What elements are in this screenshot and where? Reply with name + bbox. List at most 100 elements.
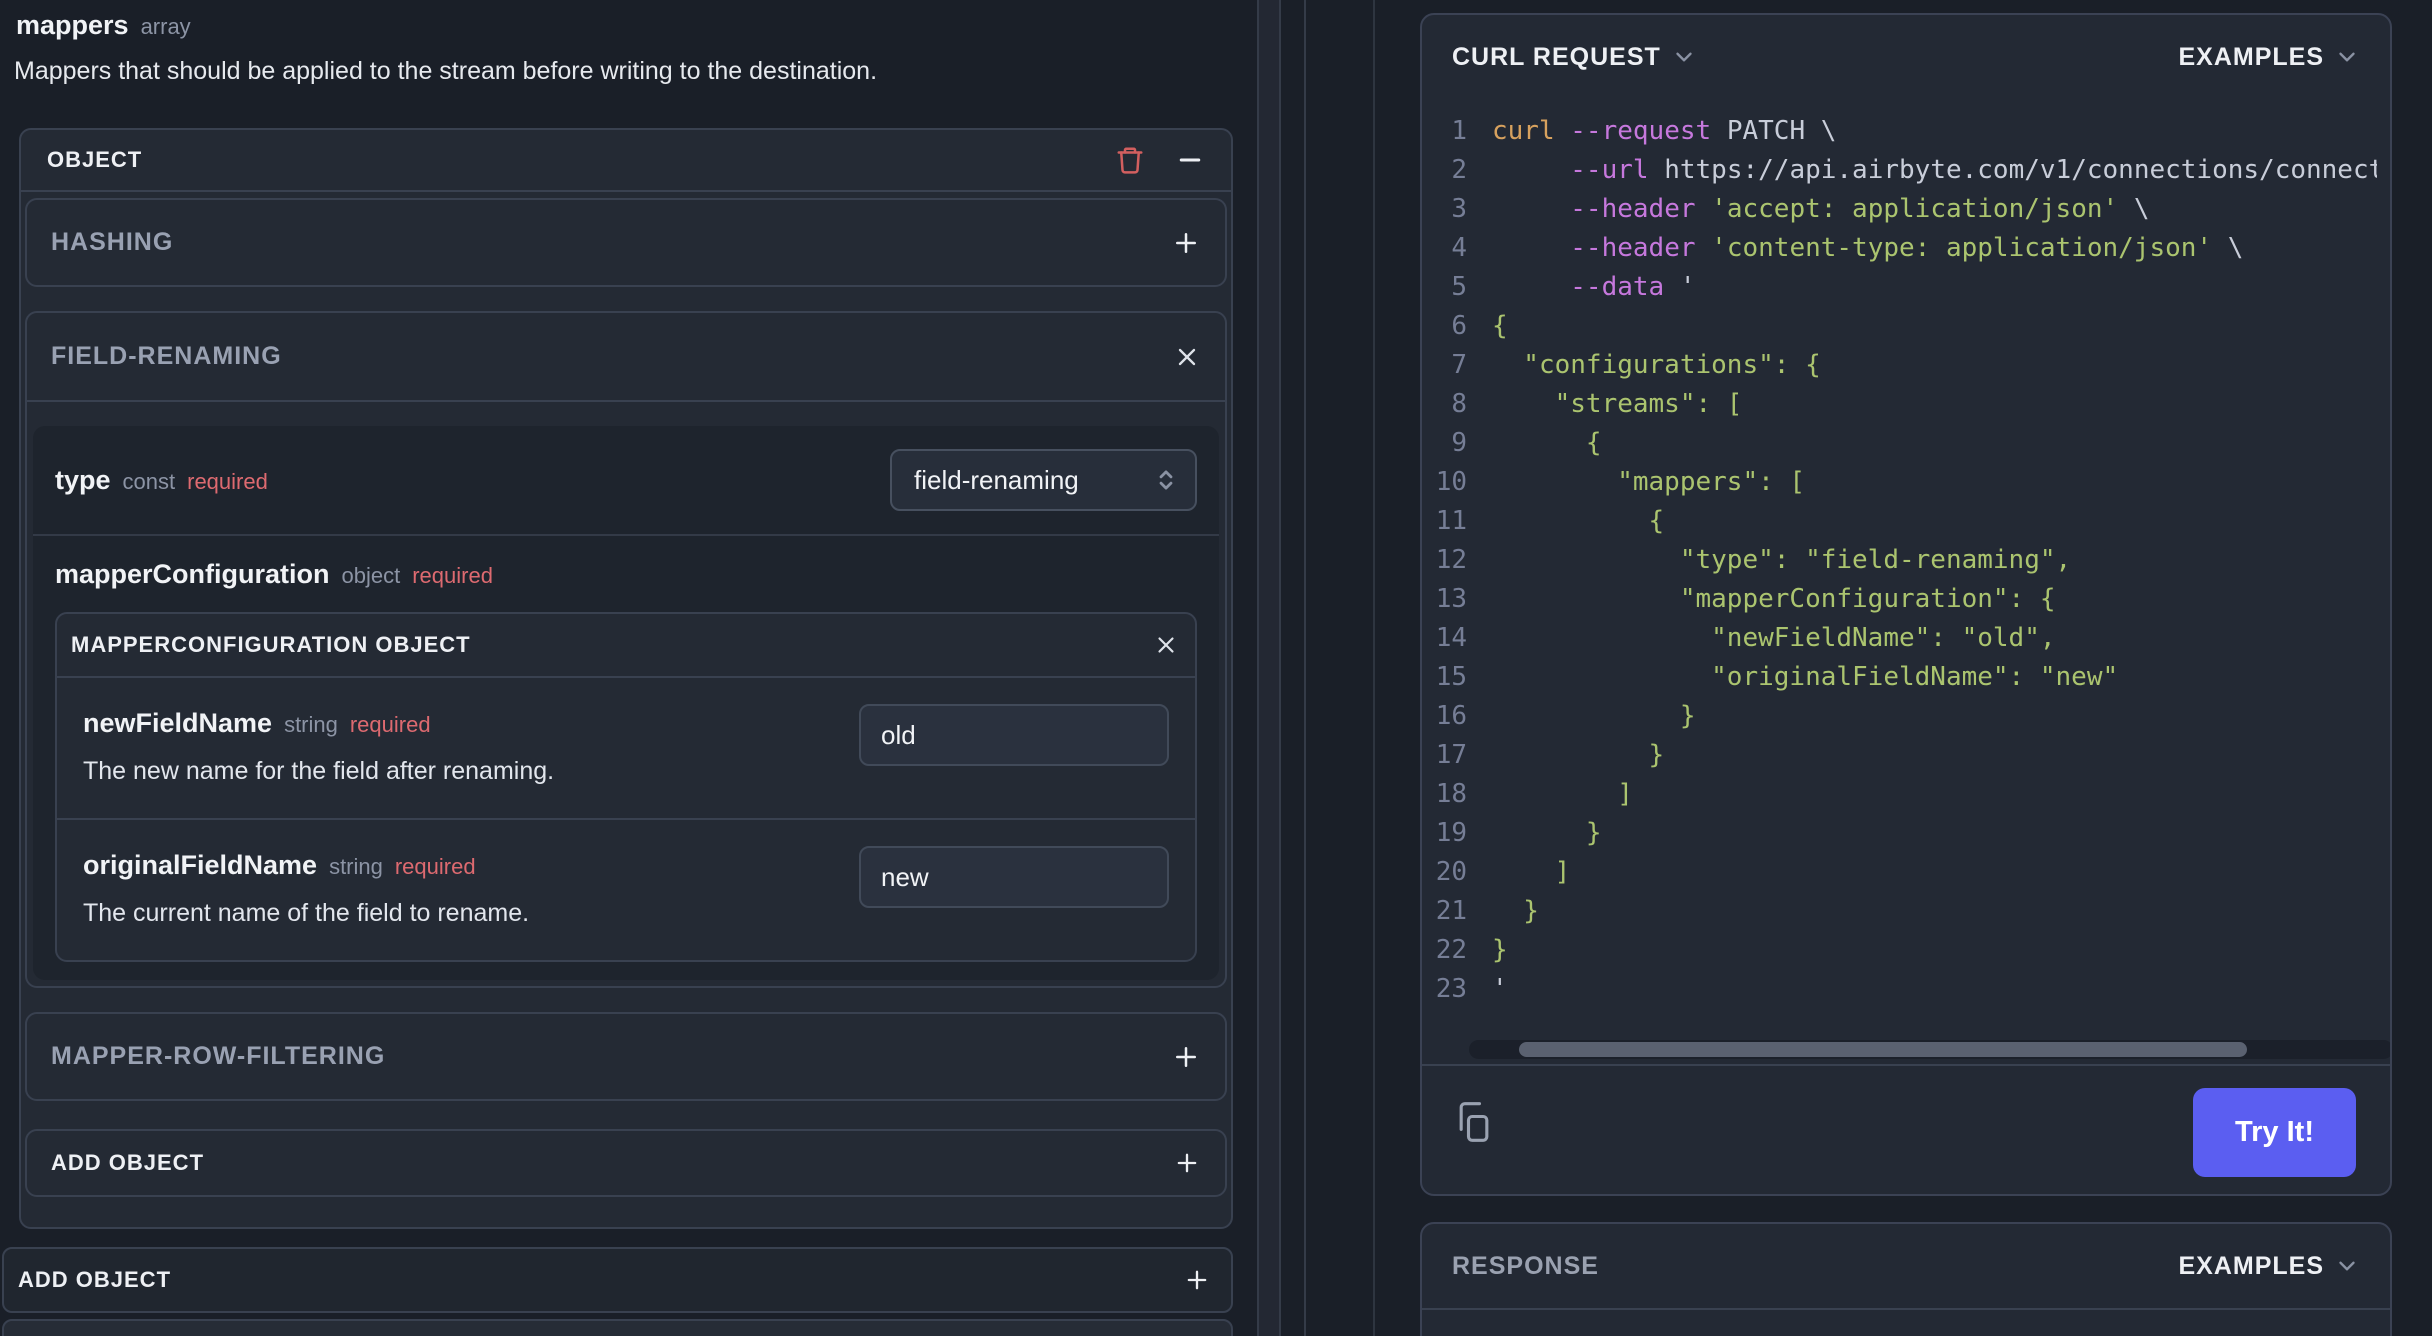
response-examples-label: EXAMPLES xyxy=(2178,1251,2324,1280)
add-object-bottom-button[interactable]: ADD OBJECT xyxy=(2,1247,1233,1313)
plus-icon xyxy=(1173,1149,1201,1177)
hashing-title: HASHING xyxy=(51,228,174,256)
type-select[interactable]: field-renaming xyxy=(890,449,1197,511)
expand-mapper-row-filtering-button[interactable] xyxy=(1171,1042,1201,1072)
line-number: 17 xyxy=(1435,739,1467,770)
vertical-scrollbar[interactable] xyxy=(1257,0,1281,1336)
field-type-badge: array xyxy=(140,14,191,39)
new-field-name-input[interactable] xyxy=(859,704,1169,766)
object-card: OBJECT HASHING FIELD-RENAMING type const… xyxy=(19,128,1233,1229)
field-renaming-properties: type const required field-renaming mappe… xyxy=(33,426,1219,980)
curl-footer: Try It! xyxy=(1422,1064,2390,1194)
line-content: { xyxy=(1492,505,1665,536)
curl-examples-dropdown[interactable]: EXAMPLES xyxy=(2178,43,2360,72)
add-object-inner-label: ADD OBJECT xyxy=(51,1150,205,1175)
chevron-down-icon xyxy=(2334,44,2360,70)
new-field-name-row: newFieldName string required The new nam… xyxy=(57,678,1195,820)
hashing-section[interactable]: HASHING xyxy=(25,198,1227,287)
line-number: 10 xyxy=(1435,466,1467,497)
add-object-inner-button[interactable]: ADD OBJECT xyxy=(25,1129,1227,1197)
field-heading: mappers array xyxy=(16,10,1233,41)
field-renaming-section: FIELD-RENAMING type const required field… xyxy=(25,311,1227,988)
original-field-name-input[interactable] xyxy=(859,846,1169,908)
code-line: 2 --url https://api.airbyte.com/v1/conne… xyxy=(1422,150,2377,189)
line-number: 21 xyxy=(1435,895,1467,926)
line-number: 5 xyxy=(1451,271,1467,302)
minus-icon xyxy=(1175,145,1205,175)
code-line: 6{ xyxy=(1422,306,2377,345)
field-description: Mappers that should be applied to the st… xyxy=(14,57,878,85)
response-header: RESPONSE EXAMPLES xyxy=(1422,1224,2390,1310)
line-number: 6 xyxy=(1451,310,1467,341)
add-object-bottom-label: ADD OBJECT xyxy=(18,1267,172,1292)
close-field-renaming-button[interactable] xyxy=(1173,343,1201,371)
response-panel: RESPONSE EXAMPLES xyxy=(1420,1222,2392,1336)
mapper-configuration-card-title: MAPPERCONFIGURATION OBJECT xyxy=(71,632,471,657)
expand-hashing-button[interactable] xyxy=(1171,228,1201,258)
mapper-configuration-name: mapperConfiguration xyxy=(55,558,330,589)
close-icon xyxy=(1153,632,1179,658)
line-content: } xyxy=(1492,739,1665,770)
line-number: 1 xyxy=(1451,115,1467,146)
mapper-configuration-card: MAPPERCONFIGURATION OBJECT newFieldName xyxy=(55,612,1197,962)
line-content: curl --request PATCH \ xyxy=(1492,115,1837,146)
code-line: 10 "mappers": [ xyxy=(1422,462,2377,501)
close-icon xyxy=(1173,343,1201,371)
horizontal-scrollbar-track[interactable] xyxy=(1469,1040,2390,1059)
line-number: 3 xyxy=(1451,193,1467,224)
code-line: 5 --data ' xyxy=(1422,267,2377,306)
collapse-object-button[interactable] xyxy=(1175,145,1205,175)
line-number: 4 xyxy=(1451,232,1467,263)
line-number: 23 xyxy=(1435,973,1467,1004)
type-property-row: type const required field-renaming xyxy=(33,426,1219,536)
code-line: 21 } xyxy=(1422,891,2377,930)
line-number: 18 xyxy=(1435,778,1467,809)
line-content: "newFieldName": "old", xyxy=(1492,622,2056,653)
plus-icon xyxy=(1183,1266,1211,1294)
curl-examples-label: EXAMPLES xyxy=(2178,42,2324,71)
new-field-name-required: required xyxy=(349,712,431,737)
code-line: 23 ' xyxy=(1422,969,2377,1008)
line-number: 16 xyxy=(1435,700,1467,731)
copy-icon xyxy=(1452,1100,1496,1144)
code-line: 16 } xyxy=(1422,696,2377,735)
code-line: 1 curl --request PATCH \ xyxy=(1422,111,2377,150)
mapper-configuration-row: mapperConfiguration object required xyxy=(33,536,1219,612)
line-number: 8 xyxy=(1451,388,1467,419)
line-content: --data ' xyxy=(1570,271,1696,302)
mapper-configuration-required: required xyxy=(412,562,493,588)
code-line: 18 ] xyxy=(1422,774,2377,813)
object-card-header: OBJECT xyxy=(21,130,1231,192)
response-examples-dropdown[interactable]: EXAMPLES xyxy=(2178,1252,2360,1281)
plus-icon xyxy=(1171,1042,1201,1072)
response-title: RESPONSE xyxy=(1452,1251,1599,1280)
code-area: 1 curl --request PATCH \ 2 --url https://a… xyxy=(1422,99,2390,1064)
code-line: 12 "type": "field-renaming", xyxy=(1422,540,2377,579)
line-content: "mappers": [ xyxy=(1492,466,1806,497)
code-line: 14 "newFieldName": "old", xyxy=(1422,618,2377,657)
object-title: OBJECT xyxy=(47,147,143,172)
original-field-name-label: originalFieldName xyxy=(83,850,318,880)
mapper-configuration-kind: object xyxy=(341,562,401,588)
horizontal-scrollbar-thumb[interactable] xyxy=(1519,1042,2247,1057)
line-number: 2 xyxy=(1451,154,1467,185)
line-content: } xyxy=(1492,817,1602,848)
column-divider-faint xyxy=(1373,0,1375,1336)
curl-request-dropdown[interactable]: CURL REQUEST xyxy=(1452,43,1697,72)
original-field-name-row: originalFieldName string required The cu… xyxy=(57,820,1195,960)
line-content: } xyxy=(1492,700,1696,731)
mapper-row-filtering-section[interactable]: MAPPER-ROW-FILTERING xyxy=(25,1012,1227,1101)
line-number: 22 xyxy=(1435,934,1467,965)
close-mapper-configuration-button[interactable] xyxy=(1153,632,1179,658)
try-it-button[interactable]: Try It! xyxy=(2193,1088,2356,1177)
type-property-name: type xyxy=(55,464,111,495)
delete-object-button[interactable] xyxy=(1115,145,1145,175)
code-line: 19 } xyxy=(1422,813,2377,852)
code-line: 11 { xyxy=(1422,501,2377,540)
curl-request-panel: CURL REQUEST EXAMPLES 1 curl --request PA… xyxy=(1420,13,2392,1196)
copy-button[interactable] xyxy=(1452,1100,1496,1144)
new-field-name-kind: string xyxy=(284,712,338,737)
line-content: "originalFieldName": "new" xyxy=(1492,661,2119,692)
line-content: ] xyxy=(1492,778,1633,809)
code-line: 13 "mapperConfiguration": { xyxy=(1422,579,2377,618)
